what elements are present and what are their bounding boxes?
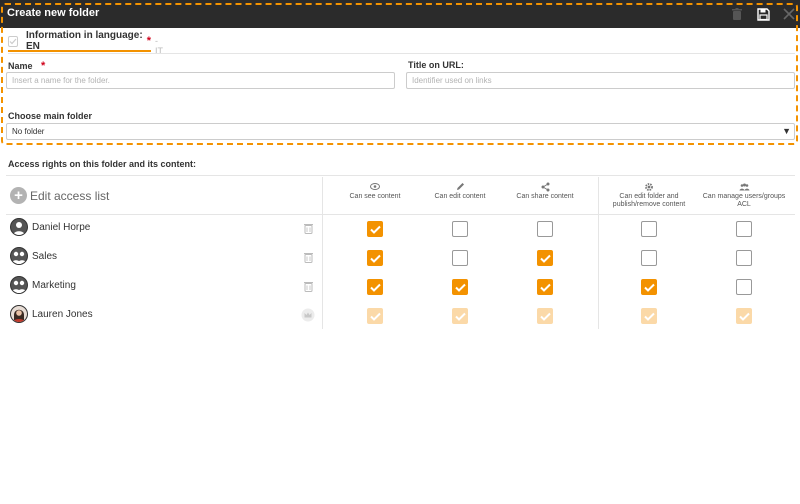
main-folder-label: Choose main folder: [8, 111, 93, 121]
column-header-manage: Can manage users/groups ACL: [698, 181, 790, 209]
checkbox-share[interactable]: [537, 250, 553, 266]
chevron-down-icon: ▼: [782, 126, 791, 136]
divider: [8, 53, 795, 54]
name-label-text: Name: [8, 61, 33, 71]
acl-row: Marketing: [6, 273, 795, 302]
crown-icon: [300, 308, 316, 322]
checkbox-see[interactable]: [367, 221, 383, 237]
checkbox-publish[interactable]: [641, 250, 657, 266]
acl-user: Daniel Horpe: [10, 218, 90, 236]
acl-user: Marketing: [10, 276, 76, 294]
edit-access-list-button[interactable]: + Edit access list: [10, 187, 109, 204]
save-icon[interactable]: [752, 3, 774, 25]
acl-user-name: Daniel Horpe: [32, 221, 91, 233]
acl-user-name: Sales: [32, 250, 58, 262]
tab-language-en-label: Information in language: EN: [26, 30, 143, 52]
checkbox-edit[interactable]: [452, 279, 468, 295]
name-label: Name *: [8, 60, 45, 72]
checkbox-share[interactable]: [537, 279, 553, 295]
column-header-edit-label: Can edit content: [434, 193, 486, 200]
gear-icon: [606, 181, 692, 192]
folder-name-input[interactable]: [6, 72, 395, 89]
trash-icon[interactable]: [726, 3, 748, 25]
users-icon: [698, 181, 790, 192]
url-title-label: Title on URL:: [408, 60, 464, 70]
acl-user-name: Marketing: [32, 279, 76, 291]
eye-icon: [335, 181, 415, 192]
column-header-edit: Can edit content: [420, 181, 500, 201]
checkbox-publish[interactable]: [641, 279, 657, 295]
checkbox-edit[interactable]: [452, 221, 468, 237]
acl-row: Lauren Jones: [6, 302, 795, 331]
acl-user: Sales: [10, 247, 57, 265]
column-header-share: Can share content: [505, 181, 585, 201]
avatar: [10, 305, 28, 323]
column-header-share-label: Can share content: [516, 193, 574, 200]
avatar: [10, 218, 28, 236]
url-title-input[interactable]: [406, 72, 795, 89]
avatar: [10, 276, 28, 294]
column-header-see-label: Can see content: [349, 193, 401, 200]
checkbox-manage[interactable]: [736, 250, 752, 266]
checkbox-publish[interactable]: [641, 221, 657, 237]
window-title: Create new folder: [7, 7, 100, 19]
checkbox-edit[interactable]: [452, 250, 468, 266]
checkbox-see[interactable]: [367, 279, 383, 295]
main-folder-selected: No folder: [12, 127, 45, 136]
checkbox-see: [367, 308, 383, 324]
acl-row: Daniel Horpe: [6, 215, 795, 244]
checkbox-edit: [452, 308, 468, 324]
pencil-icon: [420, 181, 500, 192]
checkbox-publish: [641, 308, 657, 324]
avatar: [10, 247, 28, 265]
checkbox-see[interactable]: [367, 250, 383, 266]
required-marker: *: [41, 60, 46, 72]
checkbox-manage[interactable]: [736, 279, 752, 295]
plus-icon: +: [10, 187, 27, 204]
acl-user-name: Lauren Jones: [32, 308, 93, 320]
edit-access-list-label: Edit access list: [30, 188, 110, 203]
trash-icon[interactable]: [302, 280, 314, 292]
column-header-see: Can see content: [335, 181, 415, 201]
access-section-title: Access rights on this folder and its con…: [8, 159, 197, 169]
column-header-manage-label: Can manage users/groups ACL: [702, 193, 786, 208]
share-icon: [505, 181, 585, 192]
acl-user: Lauren Jones: [10, 305, 93, 323]
checkbox-share: [537, 308, 553, 324]
main-folder-select[interactable]: No folder ▼: [6, 123, 795, 140]
checkbox-manage: [736, 308, 752, 324]
tab-language-en[interactable]: Information in language: EN *: [8, 30, 151, 52]
checkmark-icon: [8, 35, 19, 47]
column-header-publish: Can edit folder and publish/remove conte…: [606, 181, 692, 209]
window-titlebar: Create new folder: [0, 0, 800, 28]
trash-icon[interactable]: [302, 222, 314, 234]
checkbox-manage[interactable]: [736, 221, 752, 237]
column-header-publish-label: Can edit folder and publish/remove conte…: [612, 193, 686, 208]
required-marker: *: [146, 35, 151, 47]
checkbox-share[interactable]: [537, 221, 553, 237]
trash-icon[interactable]: [302, 251, 314, 263]
close-icon[interactable]: [778, 3, 800, 25]
acl-row: Sales: [6, 244, 795, 273]
